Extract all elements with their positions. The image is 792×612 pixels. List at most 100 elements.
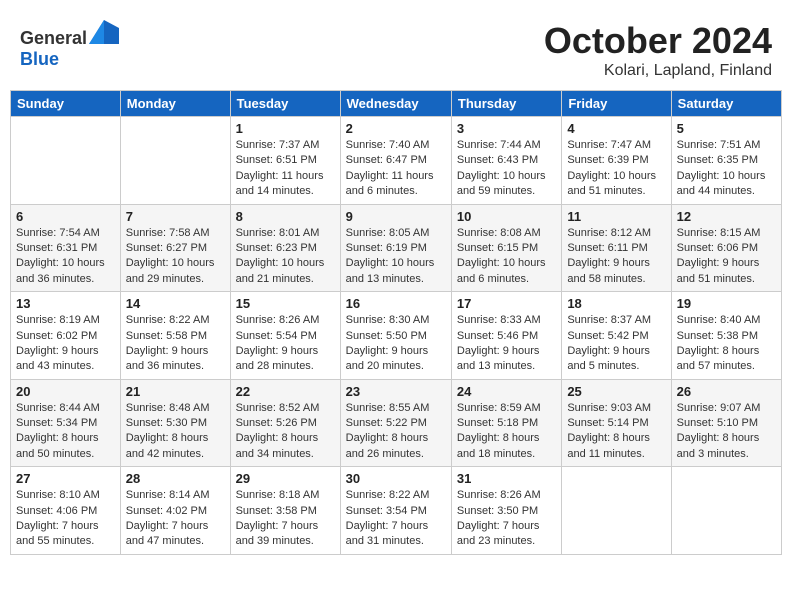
day-number: 20 xyxy=(16,384,115,399)
day-detail: Sunrise: 8:40 AM Sunset: 5:38 PM Dayligh… xyxy=(677,313,776,375)
day-detail: Sunrise: 7:37 AM Sunset: 6:51 PM Dayligh… xyxy=(236,138,335,200)
day-detail: Sunrise: 8:12 AM Sunset: 6:11 PM Dayligh… xyxy=(567,226,665,288)
calendar-day-cell: 6 Sunrise: 7:54 AM Sunset: 6:31 PM Daylig… xyxy=(11,204,121,292)
title-area: October 2024 Kolari, Lapland, Finland xyxy=(544,20,772,80)
weekday-header-row: SundayMondayTuesdayWednesdayThursdayFrid… xyxy=(11,91,782,117)
calendar-day-cell: 9 Sunrise: 8:05 AM Sunset: 6:19 PM Daylig… xyxy=(340,204,451,292)
weekday-header-cell: Wednesday xyxy=(340,91,451,117)
day-number: 12 xyxy=(677,209,776,224)
day-detail: Sunrise: 7:47 AM Sunset: 6:39 PM Dayligh… xyxy=(567,138,665,200)
calendar-day-cell: 31Sunrise: 8:26 AM Sunset: 3:50 PM Dayli… xyxy=(451,467,561,555)
day-number: 30 xyxy=(346,471,446,486)
calendar-week-row: 27Sunrise: 8:10 AM Sunset: 4:06 PM Dayli… xyxy=(11,467,782,555)
calendar-day-cell: 20 Sunrise: 8:44 AM Sunset: 5:34 PM Dayli… xyxy=(11,379,121,467)
calendar-day-cell: 3 Sunrise: 7:44 AM Sunset: 6:43 PM Daylig… xyxy=(451,117,561,205)
day-detail: Sunrise: 8:22 AM Sunset: 5:58 PM Dayligh… xyxy=(126,313,225,375)
weekday-header-cell: Friday xyxy=(562,91,671,117)
day-number: 31 xyxy=(457,471,556,486)
calendar-week-row: 20 Sunrise: 8:44 AM Sunset: 5:34 PM Dayli… xyxy=(11,379,782,467)
day-number: 19 xyxy=(677,296,776,311)
day-detail: Sunrise: 8:19 AM Sunset: 6:02 PM Dayligh… xyxy=(16,313,115,375)
calendar-day-cell: 18 Sunrise: 8:37 AM Sunset: 5:42 PM Dayli… xyxy=(562,292,671,380)
calendar-day-cell: 10Sunrise: 8:08 AM Sunset: 6:15 PM Dayli… xyxy=(451,204,561,292)
day-detail: Sunrise: 8:33 AM Sunset: 5:46 PM Dayligh… xyxy=(457,313,556,375)
weekday-header-cell: Sunday xyxy=(11,91,121,117)
calendar-day-cell: 22Sunrise: 8:52 AM Sunset: 5:26 PM Dayli… xyxy=(230,379,340,467)
day-number: 16 xyxy=(346,296,446,311)
calendar-day-cell: 26 Sunrise: 9:07 AM Sunset: 5:10 PM Dayli… xyxy=(671,379,781,467)
calendar-day-cell xyxy=(671,467,781,555)
day-number: 13 xyxy=(16,296,115,311)
calendar-day-cell: 30 Sunrise: 8:22 AM Sunset: 3:54 PM Dayli… xyxy=(340,467,451,555)
day-number: 4 xyxy=(567,121,665,136)
calendar-day-cell: 25Sunrise: 9:03 AM Sunset: 5:14 PM Dayli… xyxy=(562,379,671,467)
calendar-day-cell xyxy=(562,467,671,555)
day-detail: Sunrise: 8:10 AM Sunset: 4:06 PM Dayligh… xyxy=(16,488,115,550)
day-number: 9 xyxy=(346,209,446,224)
logo-general-text: General xyxy=(20,28,87,48)
header: General Blue October 2024 Kolari, Laplan… xyxy=(10,10,782,85)
calendar-day-cell: 17 Sunrise: 8:33 AM Sunset: 5:46 PM Dayli… xyxy=(451,292,561,380)
calendar-day-cell: 13 Sunrise: 8:19 AM Sunset: 6:02 PM Dayli… xyxy=(11,292,121,380)
day-detail: Sunrise: 8:26 AM Sunset: 5:54 PM Dayligh… xyxy=(236,313,335,375)
calendar-table: SundayMondayTuesdayWednesdayThursdayFrid… xyxy=(10,90,782,555)
day-number: 28 xyxy=(126,471,225,486)
day-detail: Sunrise: 8:37 AM Sunset: 5:42 PM Dayligh… xyxy=(567,313,665,375)
calendar-day-cell xyxy=(120,117,230,205)
day-detail: Sunrise: 8:01 AM Sunset: 6:23 PM Dayligh… xyxy=(236,226,335,288)
day-detail: Sunrise: 8:15 AM Sunset: 6:06 PM Dayligh… xyxy=(677,226,776,288)
calendar-day-cell: 16 Sunrise: 8:30 AM Sunset: 5:50 PM Dayli… xyxy=(340,292,451,380)
day-detail: Sunrise: 8:44 AM Sunset: 5:34 PM Dayligh… xyxy=(16,401,115,463)
calendar-day-cell: 19 Sunrise: 8:40 AM Sunset: 5:38 PM Dayli… xyxy=(671,292,781,380)
weekday-header-cell: Saturday xyxy=(671,91,781,117)
calendar-day-cell: 21 Sunrise: 8:48 AM Sunset: 5:30 PM Dayli… xyxy=(120,379,230,467)
day-detail: Sunrise: 8:05 AM Sunset: 6:19 PM Dayligh… xyxy=(346,226,446,288)
calendar-day-cell: 12 Sunrise: 8:15 AM Sunset: 6:06 PM Dayli… xyxy=(671,204,781,292)
day-detail: Sunrise: 7:40 AM Sunset: 6:47 PM Dayligh… xyxy=(346,138,446,200)
day-detail: Sunrise: 8:22 AM Sunset: 3:54 PM Dayligh… xyxy=(346,488,446,550)
day-detail: Sunrise: 7:58 AM Sunset: 6:27 PM Dayligh… xyxy=(126,226,225,288)
day-number: 15 xyxy=(236,296,335,311)
location-title: Kolari, Lapland, Finland xyxy=(544,62,772,80)
day-number: 24 xyxy=(457,384,556,399)
day-number: 11 xyxy=(567,209,665,224)
weekday-header-cell: Tuesday xyxy=(230,91,340,117)
calendar-day-cell: 2Sunrise: 7:40 AM Sunset: 6:47 PM Daylig… xyxy=(340,117,451,205)
calendar-day-cell xyxy=(11,117,121,205)
calendar-week-row: 13 Sunrise: 8:19 AM Sunset: 6:02 PM Dayli… xyxy=(11,292,782,380)
calendar-week-row: 6 Sunrise: 7:54 AM Sunset: 6:31 PM Daylig… xyxy=(11,204,782,292)
day-number: 1 xyxy=(236,121,335,136)
calendar-day-cell: 8 Sunrise: 8:01 AM Sunset: 6:23 PM Daylig… xyxy=(230,204,340,292)
day-detail: Sunrise: 8:48 AM Sunset: 5:30 PM Dayligh… xyxy=(126,401,225,463)
month-title: October 2024 xyxy=(544,20,772,62)
calendar-week-row: 1 Sunrise: 7:37 AM Sunset: 6:51 PM Daylig… xyxy=(11,117,782,205)
day-number: 17 xyxy=(457,296,556,311)
day-detail: Sunrise: 9:03 AM Sunset: 5:14 PM Dayligh… xyxy=(567,401,665,463)
day-number: 7 xyxy=(126,209,225,224)
day-number: 23 xyxy=(346,384,446,399)
calendar-day-cell: 27Sunrise: 8:10 AM Sunset: 4:06 PM Dayli… xyxy=(11,467,121,555)
day-number: 8 xyxy=(236,209,335,224)
day-number: 3 xyxy=(457,121,556,136)
day-number: 21 xyxy=(126,384,225,399)
calendar-day-cell: 11 Sunrise: 8:12 AM Sunset: 6:11 PM Dayli… xyxy=(562,204,671,292)
day-number: 6 xyxy=(16,209,115,224)
logo: General Blue xyxy=(20,20,119,70)
calendar-day-cell: 1 Sunrise: 7:37 AM Sunset: 6:51 PM Daylig… xyxy=(230,117,340,205)
calendar-day-cell: 29Sunrise: 8:18 AM Sunset: 3:58 PM Dayli… xyxy=(230,467,340,555)
calendar-day-cell: 14 Sunrise: 8:22 AM Sunset: 5:58 PM Dayli… xyxy=(120,292,230,380)
calendar-day-cell: 28 Sunrise: 8:14 AM Sunset: 4:02 PM Dayli… xyxy=(120,467,230,555)
day-detail: Sunrise: 7:44 AM Sunset: 6:43 PM Dayligh… xyxy=(457,138,556,200)
day-detail: Sunrise: 7:54 AM Sunset: 6:31 PM Dayligh… xyxy=(16,226,115,288)
day-number: 26 xyxy=(677,384,776,399)
day-number: 18 xyxy=(567,296,665,311)
day-number: 14 xyxy=(126,296,225,311)
day-detail: Sunrise: 9:07 AM Sunset: 5:10 PM Dayligh… xyxy=(677,401,776,463)
day-number: 10 xyxy=(457,209,556,224)
day-detail: Sunrise: 8:14 AM Sunset: 4:02 PM Dayligh… xyxy=(126,488,225,550)
calendar-day-cell: 24Sunrise: 8:59 AM Sunset: 5:18 PM Dayli… xyxy=(451,379,561,467)
day-detail: Sunrise: 8:52 AM Sunset: 5:26 PM Dayligh… xyxy=(236,401,335,463)
calendar-day-cell: 15 Sunrise: 8:26 AM Sunset: 5:54 PM Dayli… xyxy=(230,292,340,380)
logo-icon xyxy=(89,20,119,44)
day-detail: Sunrise: 8:30 AM Sunset: 5:50 PM Dayligh… xyxy=(346,313,446,375)
